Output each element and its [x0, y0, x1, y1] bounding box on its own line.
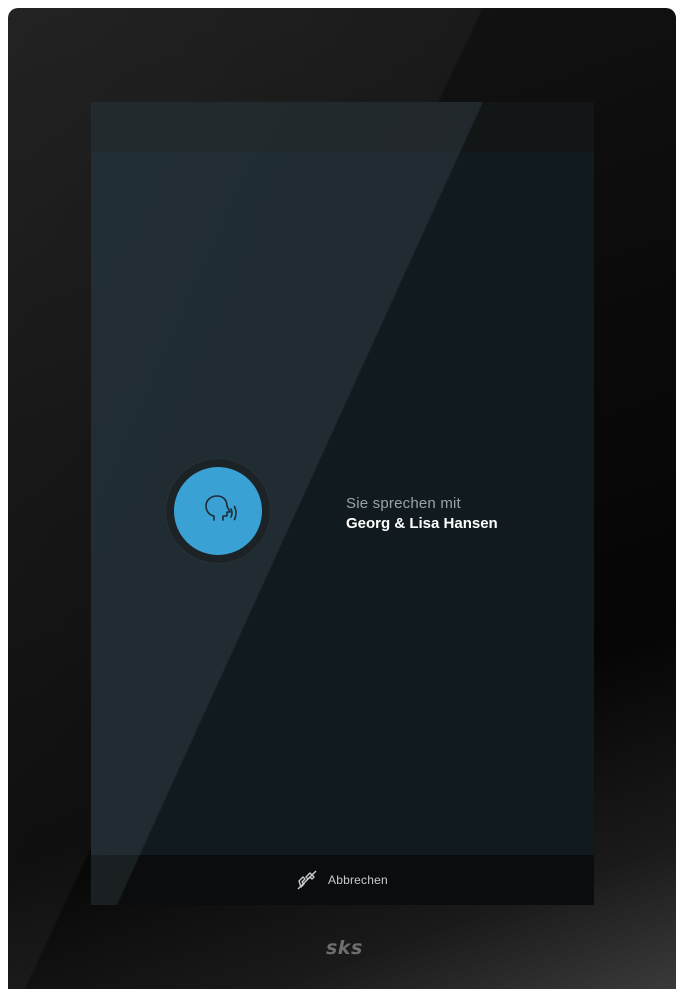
- speaking-head-icon: [196, 494, 240, 528]
- cancel-label: Abbrechen: [328, 873, 388, 887]
- call-status-label: Sie sprechen mit: [346, 495, 461, 512]
- status-bar: [91, 102, 594, 152]
- cancel-button[interactable]: Abbrechen: [295, 866, 388, 894]
- call-indicator: [174, 467, 262, 555]
- call-info: Sie sprechen mit Georg & Lisa Hansen: [346, 495, 586, 534]
- contact-name: Georg & Lisa Hansen: [346, 515, 498, 532]
- action-bar: Abbrechen: [91, 855, 594, 905]
- intercom-device: Sie sprechen mit Georg & Lisa Hansen Abb…: [8, 8, 676, 989]
- hang-up-icon: [295, 868, 319, 892]
- brand-logo: sks: [326, 937, 363, 959]
- screen: Sie sprechen mit Georg & Lisa Hansen Abb…: [91, 102, 594, 905]
- call-indicator-ring: [166, 459, 270, 563]
